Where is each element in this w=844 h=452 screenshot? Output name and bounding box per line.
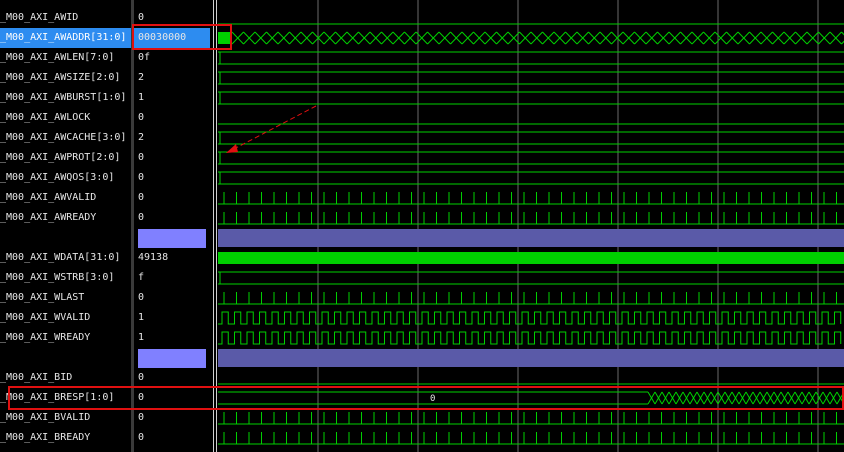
waveform-m00-axi-wdata (218, 252, 844, 264)
divider-wave (218, 229, 844, 247)
waveform-m00-axi-wlast (218, 292, 844, 305)
waveform-m00-axi-awready (218, 212, 844, 225)
waveform-m00-axi-awvalid (218, 192, 844, 205)
waveform-m00-axi-bvalid (218, 412, 844, 425)
waveform-m00-axi-wstrb (218, 271, 844, 285)
waveform-m00-axi-awaddr (218, 31, 844, 45)
waveform-m00-axi-awcache (218, 131, 844, 145)
waveform-m00-axi-bready (218, 432, 844, 445)
waveform-m00-axi-wvalid (218, 311, 842, 325)
waveform-m00-axi-wready (218, 331, 842, 345)
divider-wave (218, 349, 844, 367)
annotation-arrow (226, 105, 317, 153)
waveform-canvas[interactable]: 0 (0, 0, 844, 452)
waveform-m00-axi-awsize (218, 71, 844, 85)
waveform-m00-axi-awqos (218, 171, 844, 185)
waveform-m00-axi-awprot (218, 151, 844, 165)
bresp-bus-label: 0 (430, 394, 435, 404)
waveform-m00-axi-awlen (218, 51, 844, 65)
waveform-m00-axi-bresp: 0 (218, 391, 844, 405)
waveform-m00-axi-awburst (218, 91, 844, 105)
